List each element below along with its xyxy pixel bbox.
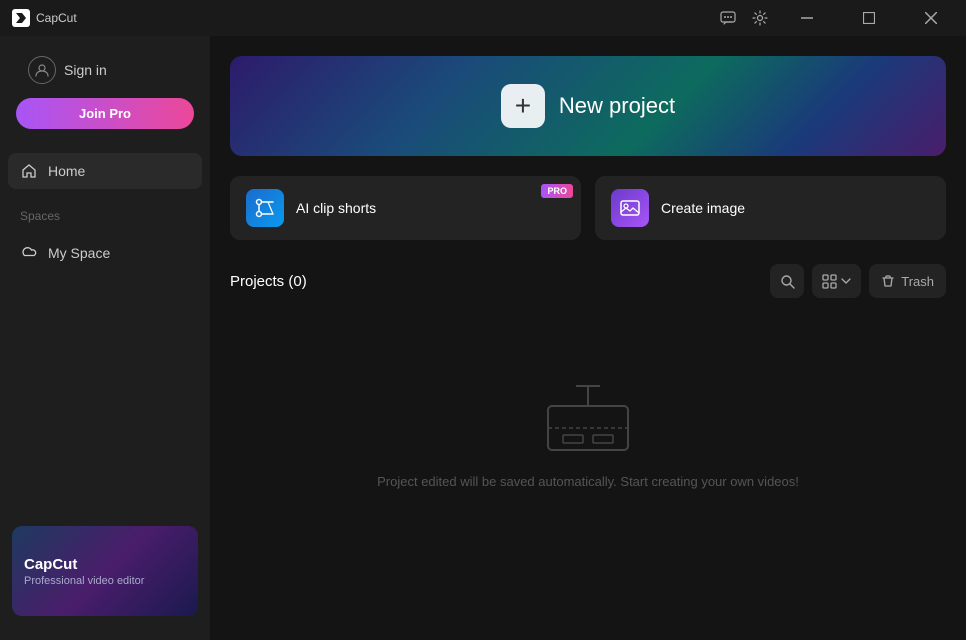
sidebar-nav: Home	[0, 145, 210, 197]
main-layout: Sign in Join Pro Home Spaces	[0, 36, 966, 640]
cloud-icon	[20, 244, 38, 262]
trash-button[interactable]: Trash	[869, 264, 946, 298]
sidebar-item-my-space-label: My Space	[48, 245, 110, 261]
new-project-banner[interactable]: + New project	[230, 56, 946, 156]
promo-subtitle: Professional video editor	[24, 575, 186, 587]
titlebar-left: CapCut	[12, 9, 77, 27]
titlebar: CapCut	[0, 0, 966, 36]
pro-badge: PRO	[541, 184, 573, 198]
projects-title: Projects (0)	[230, 273, 307, 290]
empty-text: Project edited will be saved automatical…	[377, 474, 799, 489]
trash-label: Trash	[901, 274, 934, 289]
create-image-label: Create image	[661, 200, 745, 216]
ai-clip-shorts-label: AI clip shorts	[296, 200, 376, 216]
create-image-card[interactable]: Create image	[595, 176, 946, 240]
feedback-icon[interactable]	[720, 10, 736, 26]
trash-icon	[881, 274, 895, 288]
projects-actions: Trash	[770, 264, 946, 298]
new-project-label: New project	[559, 93, 675, 119]
titlebar-controls	[720, 0, 954, 36]
minimize-button[interactable]	[784, 0, 830, 36]
ai-clip-shorts-icon	[246, 189, 284, 227]
sign-in-avatar	[28, 56, 56, 84]
promo-card[interactable]: CapCut Professional video editor	[12, 526, 198, 616]
spaces-label: Spaces	[0, 197, 210, 227]
feature-cards: AI clip shorts PRO Create image	[230, 176, 946, 240]
search-button[interactable]	[770, 264, 804, 298]
sidebar-item-home[interactable]: Home	[8, 153, 202, 189]
promo-bg: CapCut Professional video editor	[12, 526, 198, 616]
projects-header: Projects (0)	[230, 264, 946, 298]
create-image-icon	[611, 189, 649, 227]
join-pro-button[interactable]: Join Pro	[16, 98, 194, 129]
new-project-inner: + New project	[501, 84, 675, 128]
sign-in-button[interactable]: Sign in	[16, 48, 194, 92]
empty-illustration	[528, 378, 648, 458]
view-toggle-button[interactable]	[812, 264, 861, 298]
empty-state: Project edited will be saved automatical…	[230, 318, 946, 549]
sidebar-spaces: My Space	[0, 227, 210, 279]
app-title: CapCut	[36, 11, 77, 25]
content-area: + New project AI clip shorts	[210, 36, 966, 640]
sidebar-item-my-space[interactable]: My Space	[8, 235, 202, 271]
close-button[interactable]	[908, 0, 954, 36]
sidebar: Sign in Join Pro Home Spaces	[0, 36, 210, 640]
sidebar-top: Sign in Join Pro	[0, 48, 210, 145]
ai-clip-shorts-card[interactable]: AI clip shorts PRO	[230, 176, 581, 240]
sign-in-label: Sign in	[64, 62, 107, 78]
settings-icon[interactable]	[752, 10, 768, 26]
maximize-button[interactable]	[846, 0, 892, 36]
sidebar-item-home-label: Home	[48, 163, 85, 179]
home-icon	[20, 162, 38, 180]
capcut-logo	[12, 9, 30, 27]
sidebar-bottom: CapCut Professional video editor	[0, 514, 210, 628]
plus-icon: +	[501, 84, 545, 128]
promo-title: CapCut	[24, 556, 186, 573]
